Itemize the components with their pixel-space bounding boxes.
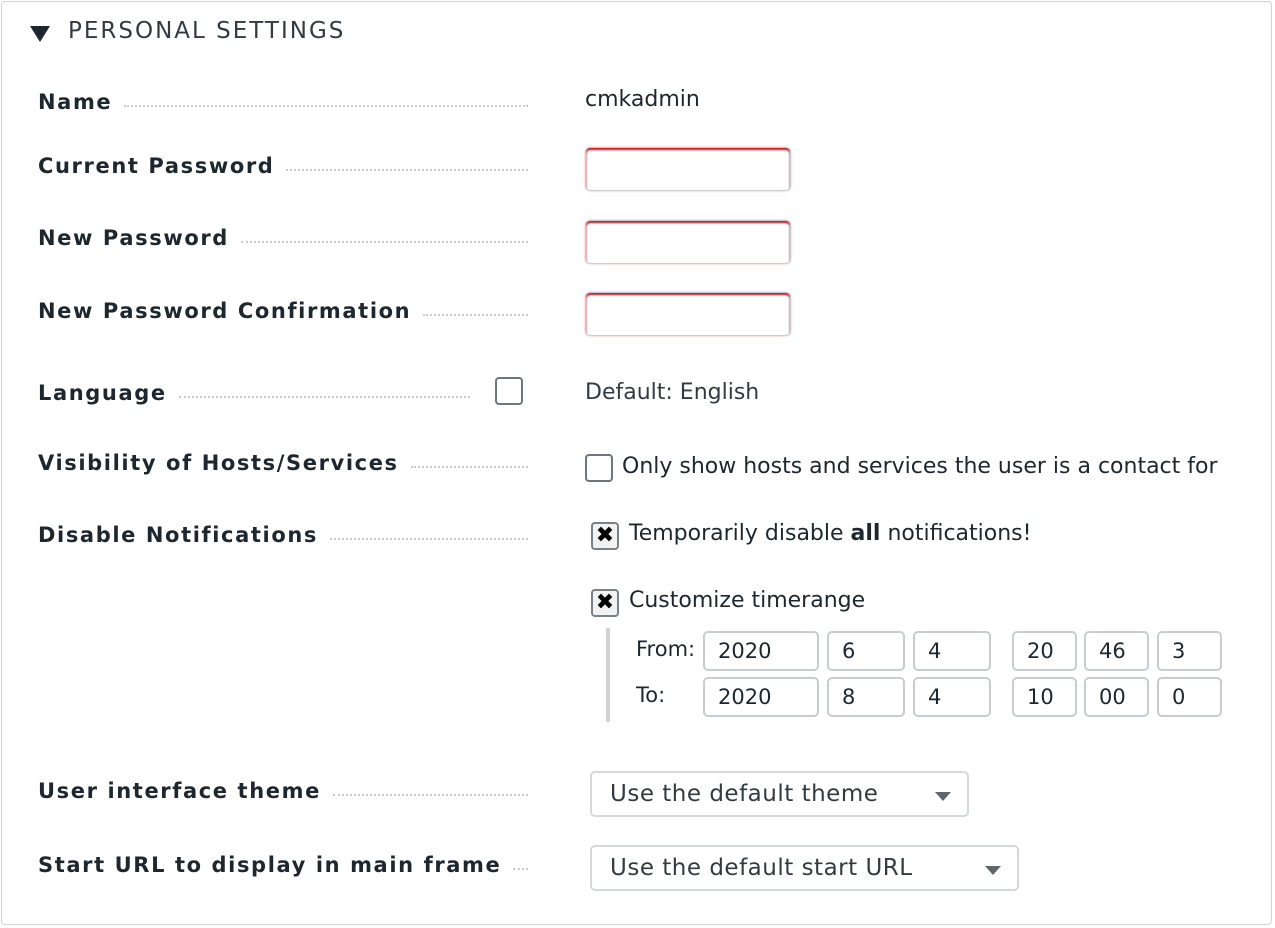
to-hour-input[interactable]: 10 [1012,677,1077,717]
to-day-input[interactable]: 4 [913,677,991,717]
language-label: Language [38,381,470,405]
from-minute-input[interactable]: 46 [1084,631,1149,671]
from-second-input[interactable]: 3 [1157,631,1222,671]
section-title: PERSONAL SETTINGS [68,18,346,44]
to-second-input[interactable]: 0 [1157,677,1222,717]
dropdown-caret-icon [935,792,951,801]
language-default-value: Default: English [585,380,760,405]
from-label: From: [636,637,696,661]
name-label: Name [38,90,528,114]
customize-timerange-checkbox[interactable]: ✖ [591,589,619,617]
from-day-input[interactable]: 4 [913,631,991,671]
new-password-input[interactable] [585,220,791,264]
to-month-input[interactable]: 8 [827,677,905,717]
disable-notifications-label: Disable Notifications [38,523,528,547]
from-month-input[interactable]: 6 [827,631,905,671]
current-password-input[interactable] [585,147,791,191]
start-url-label: Start URL to display in main frame [38,853,528,877]
to-label: To: [636,683,666,707]
new-password-label: New Password [38,226,528,250]
timerange-indent-line [606,628,610,722]
new-password-confirmation-label: New Password Confirmation [38,299,528,323]
check-x-icon: ✖ [595,523,615,548]
theme-label: User interface theme [38,779,528,803]
visibility-checkbox[interactable] [585,454,613,482]
to-minute-input[interactable]: 00 [1084,677,1149,717]
to-year-input[interactable]: 2020 [703,677,819,717]
customize-timerange-label: Customize timerange [629,588,866,613]
from-hour-input[interactable]: 20 [1012,631,1077,671]
theme-selected-value: Use the default theme [610,781,879,807]
theme-select[interactable]: Use the default theme [590,771,969,817]
dropdown-caret-icon [985,866,1001,875]
visibility-label: Visibility of Hosts/Services [38,451,528,475]
start-url-selected-value: Use the default start URL [610,855,913,881]
check-x-icon: ✖ [595,590,615,615]
new-password-confirmation-input[interactable] [585,292,791,336]
visibility-option-label: Only show hosts and services the user is… [622,454,1218,479]
section-header[interactable]: PERSONAL SETTINGS [30,18,345,44]
username-value: cmkadmin [585,87,700,112]
disable-notifications-option-label: Temporarily disable all notifications! [629,521,1032,546]
current-password-label: Current Password [38,154,528,178]
disable-notifications-checkbox[interactable]: ✖ [591,522,619,550]
start-url-select[interactable]: Use the default start URL [590,845,1019,891]
from-year-input[interactable]: 2020 [703,631,819,671]
collapse-triangle-icon[interactable] [30,26,50,42]
language-override-checkbox[interactable] [495,377,523,405]
